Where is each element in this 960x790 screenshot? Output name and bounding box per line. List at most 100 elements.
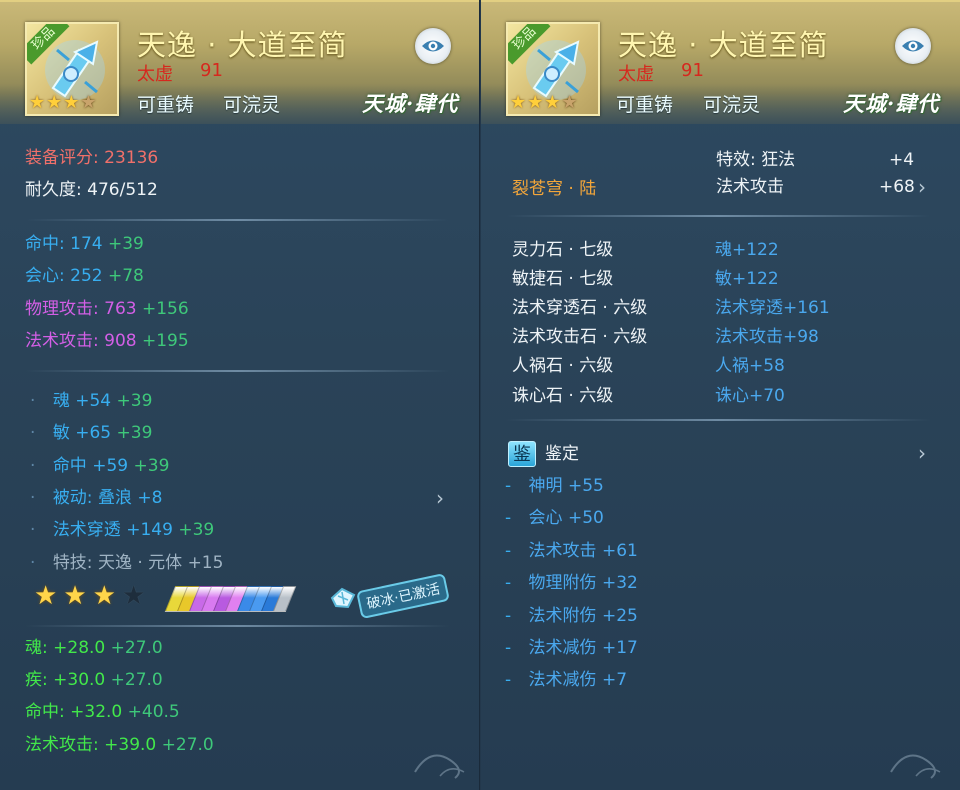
stat-value: +50 <box>567 508 604 528</box>
special-effect-value: +4 <box>889 150 915 170</box>
chevron-right-icon[interactable]: › <box>436 486 444 510</box>
stat-value: +15 <box>187 553 224 573</box>
stat-value: 252 <box>70 266 103 286</box>
gem-name: 灵力石 · 七级 <box>512 240 614 260</box>
dash-marker: - <box>505 541 512 561</box>
appraisal-stat-row: - 物理附伤 +32 <box>505 572 638 594</box>
appraisal-stat-row: - 法术附伤 +25 <box>505 605 638 627</box>
stat-bonus: +27.0 <box>110 638 163 658</box>
dash-marker: - <box>505 638 512 658</box>
appraisal-stat-row: - 会心 +50 <box>505 507 604 529</box>
star-icon: ★ <box>80 92 97 113</box>
item-star-rating: ★ ★ ★ ★ <box>29 94 97 112</box>
stat-label: 魂: <box>25 638 48 658</box>
divider <box>25 219 450 221</box>
star-icon: ★ <box>63 581 87 611</box>
star-icon: ★ <box>121 581 146 611</box>
stat-bonus: +40.5 <box>127 702 180 722</box>
stat-bonus: +195 <box>142 331 189 351</box>
stat-value: +59 <box>92 456 129 476</box>
chevron-right-icon[interactable]: › <box>918 441 926 465</box>
ice-break-icon <box>330 587 356 609</box>
stat-label: 法术减伤 <box>528 638 597 658</box>
cloud-ornament-icon <box>414 754 465 779</box>
score-value: 23136 <box>104 148 159 168</box>
preview-button[interactable] <box>895 28 931 64</box>
gem-effect: 诛心+70 <box>715 386 785 406</box>
star-icon: ★ <box>29 92 46 113</box>
stat-label: 魂 <box>52 391 70 411</box>
stat-label: 命中 <box>52 456 87 476</box>
bullet-dot: · <box>30 456 36 476</box>
stat-label: 法术攻击 <box>528 541 597 561</box>
item-icon-frame[interactable]: 珍品 ★ ★ ★ ★ <box>506 22 600 116</box>
score-label: 装备评分: <box>25 148 99 168</box>
preview-button[interactable] <box>415 28 451 64</box>
stat-bonus: +156 <box>142 299 189 319</box>
stat-value: +25 <box>601 606 638 626</box>
durability-label: 耐久度: <box>25 180 82 200</box>
bullet-stat-row: · 特技: 天逸 · 元体 +15 <box>30 552 223 574</box>
gem-effect: 法术穿透+161 <box>715 298 830 318</box>
stat-label: 物理攻击: <box>25 299 99 319</box>
star-icon: ★ <box>561 92 578 113</box>
stat-value: +32.0 <box>70 702 123 722</box>
flag-recast: 可重铸 <box>137 94 195 116</box>
eye-icon <box>902 40 924 52</box>
durability-value: 476/512 <box>87 180 158 200</box>
base-stat-row: 物理攻击: 763 +156 <box>25 298 189 320</box>
star-icon: ★ <box>92 581 116 611</box>
appraisal-stat-row: - 法术攻击 +61 <box>505 540 638 562</box>
appraisal-icon: 鉴 <box>508 441 536 467</box>
stat-label: 法术攻击: <box>25 331 99 351</box>
stat-bonus: +39 <box>178 520 215 540</box>
stat-value: +28.0 <box>53 638 106 658</box>
stat-value: +17 <box>601 638 638 658</box>
stat-bonus: +39 <box>133 456 170 476</box>
stat-value: +30.0 <box>53 670 106 690</box>
base-stat-row: 法术攻击: 908 +195 <box>25 330 189 352</box>
stat-value: +54 <box>75 391 112 411</box>
divider <box>25 625 450 627</box>
chevron-right-icon[interactable]: › <box>918 175 926 199</box>
star-icon: ★ <box>510 92 527 113</box>
gem-effect: 魂+122 <box>715 240 779 260</box>
magic-attack-label: 法术攻击 <box>716 177 784 197</box>
gem-name: 敏捷石 · 七级 <box>512 269 614 289</box>
divider <box>25 370 450 372</box>
stat-label: 会心: <box>25 266 65 286</box>
item-icon-frame[interactable]: 珍品 ★ ★ ★ ★ <box>25 22 119 116</box>
stat-bonus: +27.0 <box>110 670 163 690</box>
stat-value: +149 <box>126 520 173 540</box>
item-level: 91 <box>200 60 223 81</box>
bullet-stat-row[interactable]: · 被动: 叠浪 +8 <box>30 487 162 509</box>
extra-stat-row: 魂: +28.0 +27.0 <box>25 637 163 659</box>
stat-bonus: +78 <box>108 266 144 286</box>
stat-label: 法术附伤 <box>528 606 597 626</box>
gem-effect: 人祸+58 <box>715 356 785 376</box>
base-stat-row: 命中: 174 +39 <box>25 233 144 255</box>
series-logo: 天城·肆代 <box>362 91 459 116</box>
item-school: 太虚 <box>618 64 654 85</box>
bullet-stat-row: · 敏 +65 +39 <box>30 422 152 444</box>
equipment-panel-left: 珍品 ★ ★ ★ ★ 天逸 · 大道至简 太虚 91 可重铸 可浣灵 天城·肆代… <box>0 0 480 790</box>
bullet-dot: · <box>30 391 36 411</box>
stat-label: 疾: <box>25 670 48 690</box>
item-name: 天逸 · 大道至简 <box>618 28 829 62</box>
stat-value: 174 <box>70 234 103 254</box>
cloud-ornament-icon <box>890 754 941 779</box>
extra-stat-row: 法术攻击: +39.0 +27.0 <box>25 734 214 756</box>
star-icon: ★ <box>527 92 544 113</box>
bullet-dot: · <box>30 423 36 443</box>
flag-wash: 可浣灵 <box>703 94 761 116</box>
dash-marker: - <box>505 670 512 690</box>
stat-value: 763 <box>104 299 137 319</box>
flag-wash: 可浣灵 <box>223 94 281 116</box>
extra-stat-row: 命中: +32.0 +40.5 <box>25 701 180 723</box>
gem-name: 诛心石 · 六级 <box>512 386 614 406</box>
stat-value: +61 <box>601 541 638 561</box>
item-level: 91 <box>681 60 704 81</box>
gem-effect: 敏+122 <box>715 269 779 289</box>
gem-slot-strip <box>164 586 297 612</box>
stat-value: 908 <box>104 331 137 351</box>
